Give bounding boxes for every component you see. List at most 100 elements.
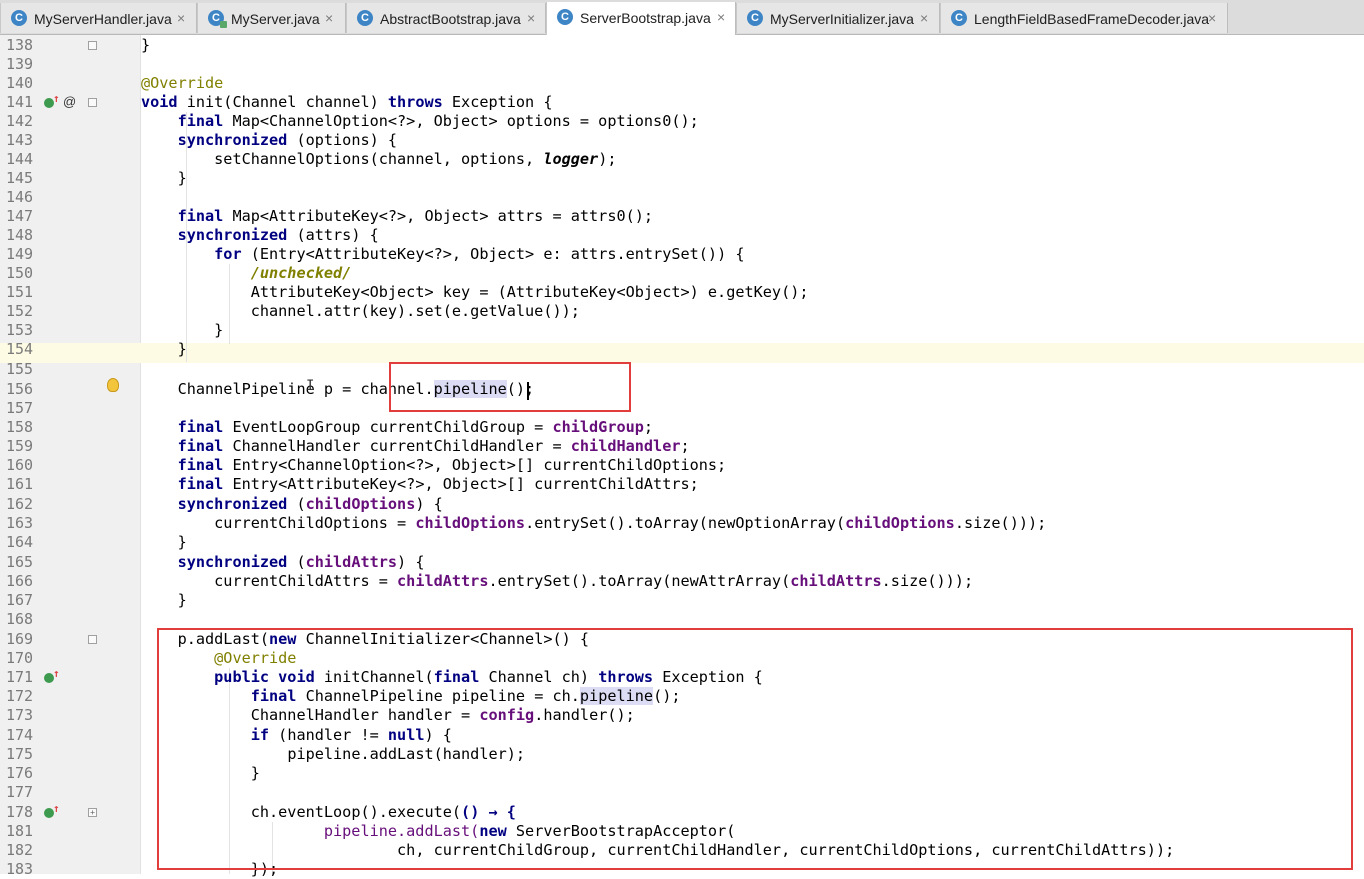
tab-label: LengthFieldBasedFrameDecoder.java xyxy=(974,11,1210,27)
line-number: 166 xyxy=(6,572,34,590)
line-number: 161 xyxy=(6,475,34,493)
lightbulb-icon[interactable] xyxy=(107,378,119,392)
fold-marker-icon[interactable] xyxy=(88,635,97,644)
line-number: 163 xyxy=(6,514,34,532)
override-method-icon[interactable] xyxy=(44,92,60,108)
class-icon: C xyxy=(951,10,967,26)
line-number: 159 xyxy=(6,437,34,455)
code-line: synchronized (childAttrs) { xyxy=(177,553,425,571)
tab-label: MyServerHandler.java xyxy=(34,11,172,27)
line-number: 181 xyxy=(6,822,34,840)
line-number: 145 xyxy=(6,169,34,187)
tab-serverbootstrap[interactable]: C ServerBootstrap.java × xyxy=(546,2,736,35)
code-line: final EventLoopGroup currentChildGroup =… xyxy=(177,418,654,436)
class-icon: C xyxy=(747,10,763,26)
code-line: } xyxy=(177,591,187,609)
line-number: 158 xyxy=(6,418,34,436)
code-line: } xyxy=(177,169,187,187)
tab-abstractbootstrap[interactable]: C AbstractBootstrap.java × xyxy=(346,3,546,33)
line-number: 152 xyxy=(6,302,34,320)
line-number: 140 xyxy=(6,74,34,92)
close-icon[interactable]: × xyxy=(527,10,535,26)
line-number: 173 xyxy=(6,706,34,724)
tab-myserverhandler[interactable]: C MyServerHandler.java × xyxy=(0,3,197,33)
line-number: 139 xyxy=(6,55,34,73)
line-number: 148 xyxy=(6,226,34,244)
tab-label: ServerBootstrap.java xyxy=(580,10,711,26)
line-number: 165 xyxy=(6,553,34,571)
close-icon[interactable]: × xyxy=(717,9,725,25)
line-number: 149 xyxy=(6,245,34,263)
fold-marker-icon[interactable] xyxy=(88,98,97,107)
tab-label: MyServer.java xyxy=(231,11,320,27)
code-line: currentChildOptions = childOptions.entry… xyxy=(214,514,1047,532)
editor-tab-bar: C MyServerHandler.java × C MyServer.java… xyxy=(0,0,1364,35)
code-line: final Map<ChannelOption<?>, Object> opti… xyxy=(177,112,699,130)
override-method-icon[interactable] xyxy=(44,667,60,683)
override-method-icon[interactable] xyxy=(44,802,60,818)
code-line: final ChannelHandler currentChildHandler… xyxy=(177,437,690,455)
code-line: } xyxy=(214,321,224,339)
expand-fold-icon[interactable]: + xyxy=(88,808,97,817)
code-line: } xyxy=(177,533,187,551)
code-line: final Entry<AttributeKey<?>, Object>[] c… xyxy=(177,475,699,493)
current-line-highlight xyxy=(0,343,1364,363)
line-number: 147 xyxy=(6,207,34,225)
line-number: 177 xyxy=(6,783,34,801)
line-number: 144 xyxy=(6,150,34,168)
line-number: 174 xyxy=(6,726,34,744)
line-number: 170 xyxy=(6,649,34,667)
line-number: 146 xyxy=(6,188,34,206)
annotation-at-icon: @ xyxy=(63,94,77,109)
code-line: for (Entry<AttributeKey<?>, Object> e: a… xyxy=(214,245,745,263)
code-line: /unchecked/ xyxy=(250,264,352,282)
tab-lengthfieldbasedframedecoder[interactable]: C LengthFieldBasedFrameDecoder.java × xyxy=(940,3,1228,33)
tab-myserver[interactable]: C MyServer.java × xyxy=(197,3,346,33)
line-number: 182 xyxy=(6,841,34,859)
line-number: 138 xyxy=(6,36,34,54)
line-number: 168 xyxy=(6,610,34,628)
close-icon[interactable]: × xyxy=(177,10,185,26)
highlight-box-pipeline xyxy=(389,362,631,412)
line-number: 154 xyxy=(6,340,34,358)
line-number: 172 xyxy=(6,687,34,705)
line-number: 164 xyxy=(6,533,34,551)
close-icon[interactable]: × xyxy=(325,10,333,26)
line-number: 175 xyxy=(6,745,34,763)
line-number: 176 xyxy=(6,764,34,782)
class-icon: C xyxy=(11,10,27,26)
class-run-icon: C xyxy=(208,10,227,28)
tab-label: AbstractBootstrap.java xyxy=(380,11,521,27)
close-icon[interactable]: × xyxy=(1208,10,1216,26)
code-line: synchronized (childOptions) { xyxy=(177,495,443,513)
code-line: void init(Channel channel) throws Except… xyxy=(141,93,553,111)
line-number: 160 xyxy=(6,456,34,474)
code-line: @Override xyxy=(141,74,224,92)
class-icon: C xyxy=(557,9,573,25)
close-icon[interactable]: × xyxy=(920,10,928,26)
line-number: 171 xyxy=(6,668,34,686)
tab-myserverinitializer[interactable]: C MyServerInitializer.java × xyxy=(736,3,940,33)
line-number: 183 xyxy=(6,860,34,878)
code-line: final Entry<ChannelOption<?>, Object>[] … xyxy=(177,456,727,474)
line-number: 162 xyxy=(6,495,34,513)
code-line: setChannelOptions(channel, options, logg… xyxy=(214,150,617,168)
line-number: 143 xyxy=(6,131,34,149)
line-number: 178 xyxy=(6,803,34,821)
line-number: 167 xyxy=(6,591,34,609)
code-line: } xyxy=(177,340,187,358)
code-line: AttributeKey<Object> key = (AttributeKey… xyxy=(250,283,809,301)
code-line: currentChildAttrs = childAttrs.entrySet(… xyxy=(214,572,974,590)
tab-label: MyServerInitializer.java xyxy=(770,11,914,27)
line-number: 151 xyxy=(6,283,34,301)
line-number: 150 xyxy=(6,264,34,282)
highlight-box-childhandler xyxy=(157,628,1353,870)
code-line: synchronized (attrs) { xyxy=(177,226,379,244)
class-icon: C xyxy=(357,10,373,26)
line-number: 169 xyxy=(6,630,34,648)
code-line: synchronized (options) { xyxy=(177,131,398,149)
fold-marker-icon[interactable] xyxy=(88,41,97,50)
line-number: 141 xyxy=(6,93,34,111)
line-number: 142 xyxy=(6,112,34,130)
code-line: final Map<AttributeKey<?>, Object> attrs… xyxy=(177,207,654,225)
